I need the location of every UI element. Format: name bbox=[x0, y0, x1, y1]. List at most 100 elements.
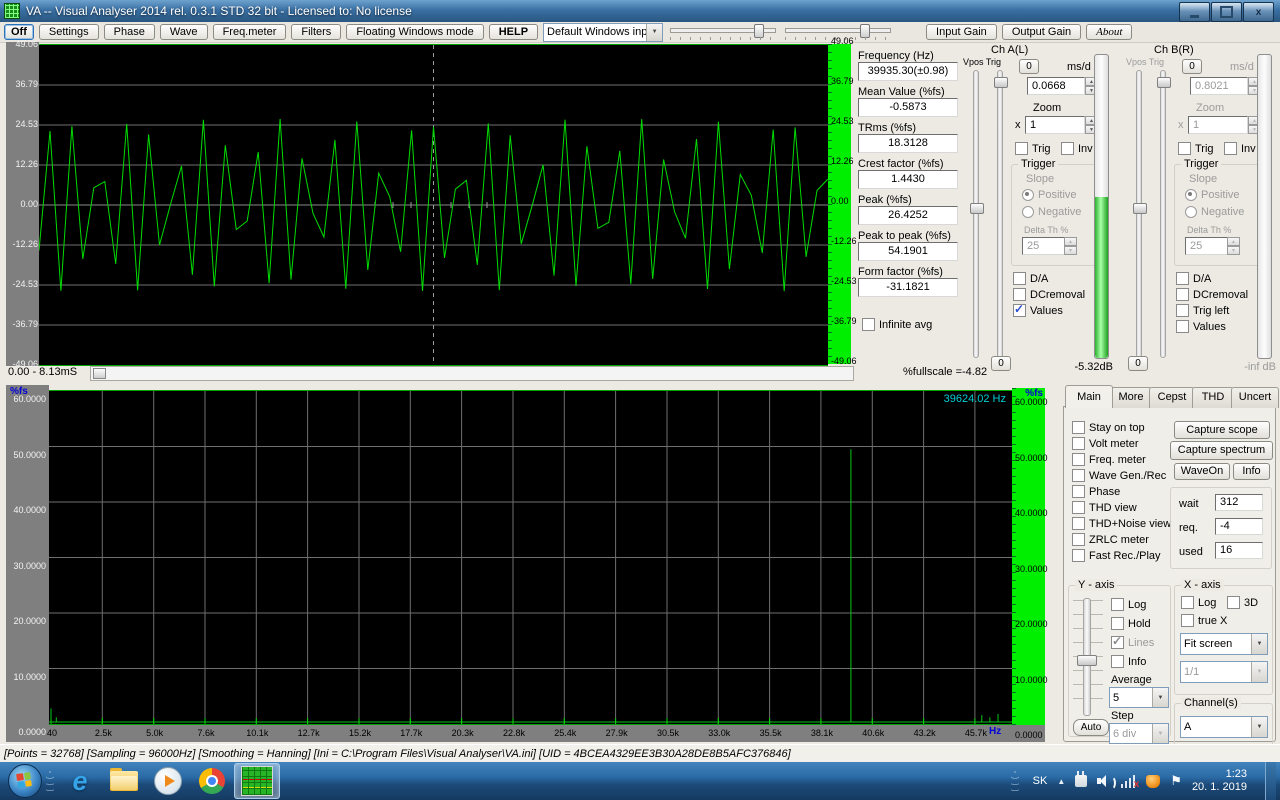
fit-screen-select[interactable]: Fit screen▼ bbox=[1180, 633, 1268, 655]
option-freq-meter-checkbox[interactable] bbox=[1072, 453, 1085, 466]
visual-analyser-taskbar-button[interactable] bbox=[234, 763, 280, 799]
spin-down-icon[interactable]: ▼ bbox=[1064, 246, 1077, 255]
chevron-down-icon[interactable]: ▼ bbox=[1251, 634, 1267, 654]
scope-scroll-thumb[interactable] bbox=[93, 368, 106, 379]
tab-main[interactable]: Main bbox=[1065, 385, 1113, 408]
toolbar-button-filters[interactable]: Filters bbox=[291, 24, 341, 40]
option-wave-gen-rec-checkbox[interactable] bbox=[1072, 469, 1085, 482]
tab-more[interactable]: More bbox=[1110, 387, 1152, 408]
ch-a-zoom-field[interactable]: 1 bbox=[1025, 116, 1085, 134]
show-desktop-button[interactable] bbox=[1265, 762, 1276, 800]
wave-on-button[interactable]: WaveOn bbox=[1174, 463, 1230, 480]
clock[interactable]: 1:23 20. 1. 2019 bbox=[1192, 768, 1247, 794]
input-device-select[interactable]: Default Windows inp ▼ bbox=[543, 23, 663, 42]
toolbar-button-phase[interactable]: Phase bbox=[104, 24, 155, 40]
tab-cepst[interactable]: Cepst bbox=[1149, 387, 1195, 408]
ch-b-values-checkbox[interactable] bbox=[1176, 320, 1189, 333]
x-axis-true-x-checkbox[interactable] bbox=[1181, 614, 1194, 627]
field-value-req[interactable]: -4 bbox=[1215, 518, 1263, 535]
spin-up-icon[interactable]: ▲ bbox=[1227, 237, 1240, 246]
option-phase-checkbox[interactable] bbox=[1072, 485, 1085, 498]
ch-a-values-checkbox[interactable] bbox=[1013, 304, 1026, 317]
slider-thumb[interactable] bbox=[754, 24, 764, 38]
ch-a-slope-negative-radio[interactable] bbox=[1022, 206, 1034, 218]
ch-b-vpos-thumb[interactable] bbox=[1133, 203, 1147, 214]
ch-a-trig-thumb[interactable] bbox=[994, 77, 1008, 88]
option-thd-view-checkbox[interactable] bbox=[1072, 501, 1085, 514]
chrome-icon[interactable] bbox=[190, 764, 234, 798]
internet-explorer-icon[interactable]: e bbox=[58, 764, 102, 798]
option-stay-on-top-checkbox[interactable] bbox=[1072, 421, 1085, 434]
scope-scrollbar[interactable] bbox=[90, 366, 854, 381]
about-button[interactable]: About bbox=[1086, 24, 1132, 40]
security-tray-icon[interactable] bbox=[1146, 775, 1160, 788]
toolbar-button-floating-windows-mode[interactable]: Floating Windows mode bbox=[346, 24, 483, 40]
input-gain-slider[interactable] bbox=[668, 24, 778, 40]
file-explorer-icon[interactable] bbox=[102, 764, 146, 798]
ch-a-delta-field[interactable]: 25 bbox=[1022, 237, 1066, 255]
x-axis-3d-checkbox[interactable] bbox=[1227, 596, 1240, 609]
ch-b-msd-field[interactable]: 0.8021 bbox=[1190, 77, 1248, 95]
slider-thumb[interactable] bbox=[860, 24, 870, 38]
ch-b-delta-field[interactable]: 25 bbox=[1185, 237, 1229, 255]
ch-b-vpos-zero-button[interactable]: 0 bbox=[1182, 59, 1202, 74]
ch-b-slope-negative-radio[interactable] bbox=[1185, 206, 1197, 218]
ch-b-trig-slider[interactable] bbox=[1160, 70, 1166, 358]
ch-a-d-a-checkbox[interactable] bbox=[1013, 272, 1026, 285]
spin-up-icon[interactable]: ▲ bbox=[1064, 237, 1077, 246]
ch-a-vpos-zero-button[interactable]: 0 bbox=[1019, 59, 1039, 74]
maximize-button[interactable] bbox=[1211, 2, 1242, 22]
x-axis-log-checkbox[interactable] bbox=[1181, 596, 1194, 609]
ch-a-msd-field[interactable]: 0.0668 bbox=[1027, 77, 1085, 95]
start-button[interactable] bbox=[8, 764, 42, 798]
infinite-avg-checkbox[interactable] bbox=[862, 318, 875, 331]
ch-b-bottom-zero-button[interactable]: 0 bbox=[1128, 356, 1148, 371]
toolbar-button-settings[interactable]: Settings bbox=[39, 24, 99, 40]
ch-a-bottom-zero-button[interactable]: 0 bbox=[991, 356, 1011, 371]
ch-a-vpos-thumb[interactable] bbox=[970, 203, 984, 214]
chevron-down-icon[interactable]: ▼ bbox=[646, 24, 662, 41]
ch-b-zoom-field[interactable]: 1 bbox=[1188, 116, 1248, 134]
ch-a-trig-slider[interactable] bbox=[997, 70, 1003, 358]
toolbar-button-wave[interactable]: Wave bbox=[160, 24, 208, 40]
y-axis-slider[interactable] bbox=[1083, 598, 1091, 716]
ch-a-inv-checkbox[interactable] bbox=[1061, 142, 1074, 155]
ch-a-vpos-slider[interactable] bbox=[973, 70, 979, 358]
chevron-down-icon[interactable]: ▼ bbox=[1152, 688, 1168, 707]
field-value-wait[interactable]: 312 bbox=[1215, 494, 1263, 511]
language-indicator[interactable]: SK bbox=[1033, 775, 1048, 787]
safely-remove-hardware-icon[interactable] bbox=[1075, 775, 1087, 787]
ch-b-dcremoval-checkbox[interactable] bbox=[1176, 288, 1189, 301]
ch-b-d-a-checkbox[interactable] bbox=[1176, 272, 1189, 285]
close-button[interactable]: x bbox=[1243, 2, 1274, 22]
spin-down-icon[interactable]: ▼ bbox=[1227, 246, 1240, 255]
toolbar-button-off[interactable]: Off bbox=[4, 24, 34, 40]
capture-spectrum-button[interactable]: Capture spectrum bbox=[1170, 441, 1273, 460]
y-axis-hold-checkbox[interactable] bbox=[1111, 617, 1124, 630]
toolbar-button-freq-meter[interactable]: Freq.meter bbox=[213, 24, 287, 40]
field-value-used[interactable]: 16 bbox=[1215, 542, 1263, 559]
ch-b-inv-checkbox[interactable] bbox=[1224, 142, 1237, 155]
option-volt-meter-checkbox[interactable] bbox=[1072, 437, 1085, 450]
ch-a-dcremoval-checkbox[interactable] bbox=[1013, 288, 1026, 301]
ch-b-vpos-slider[interactable] bbox=[1136, 70, 1142, 358]
ch-b-trig-checkbox[interactable] bbox=[1178, 142, 1191, 155]
y-axis-info-checkbox[interactable] bbox=[1111, 655, 1124, 668]
auto-button[interactable]: Auto bbox=[1073, 719, 1109, 736]
minimize-button[interactable] bbox=[1179, 2, 1210, 22]
toolbar-button-help[interactable]: HELP bbox=[489, 24, 538, 40]
info-button[interactable]: Info bbox=[1233, 463, 1270, 480]
average-select[interactable]: 5▼ bbox=[1109, 687, 1169, 708]
option-fast-rec-play-checkbox[interactable] bbox=[1072, 549, 1085, 562]
y-axis-log-checkbox[interactable] bbox=[1111, 598, 1124, 611]
input-gain-button[interactable]: Input Gain bbox=[926, 24, 997, 40]
option-thd-noise-view-checkbox[interactable] bbox=[1072, 517, 1085, 530]
action-center-flag-icon[interactable]: ⚑ bbox=[1170, 773, 1182, 789]
step-select[interactable]: 6 div▼ bbox=[1109, 723, 1169, 744]
tab-uncert[interactable]: Uncert bbox=[1231, 387, 1279, 408]
capture-scope-button[interactable]: Capture scope bbox=[1174, 421, 1270, 439]
output-gain-button[interactable]: Output Gain bbox=[1002, 24, 1081, 40]
hidden-icons-arrow[interactable]: ▲ bbox=[1057, 777, 1065, 786]
y-axis-slider-thumb[interactable] bbox=[1077, 655, 1097, 666]
channel-select[interactable]: A▼ bbox=[1180, 716, 1268, 738]
